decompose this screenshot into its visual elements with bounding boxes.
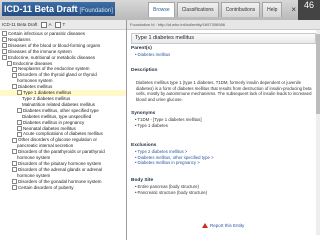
checkbox-icon (41, 21, 48, 28)
expand-toggle-icon[interactable] (2, 49, 7, 55)
category-tree: Certain infectious or parasitic diseases… (0, 31, 126, 190)
parent-link[interactable]: Diabetes mellitus (135, 52, 316, 58)
expand-toggle-icon[interactable] (17, 119, 22, 125)
synonym-item: Type 1 diabetes (135, 123, 316, 129)
hierarchy-header: ICD-11 Beta Draft A T (0, 20, 126, 30)
expand-toggle-icon[interactable] (2, 54, 7, 60)
option-t-control[interactable]: T (55, 21, 66, 28)
expand-toggle-icon[interactable] (2, 37, 7, 43)
tree-item[interactable]: Certain disorders of puberty (0, 185, 126, 191)
expand-toggle-icon[interactable] (12, 137, 17, 143)
report-entity-label: Report this Entity (210, 223, 245, 228)
screen: ICD-11 Beta Draft [Foundation] Browse Cla… (0, 0, 320, 240)
tab-browse[interactable]: Browse (148, 2, 175, 17)
slide-number-badge: 46 (298, 0, 320, 22)
entity-detail-panel: Foundation Id : http://id.who.int/icd/en… (127, 20, 320, 240)
close-icon[interactable]: × (291, 5, 296, 14)
parents-section: Parent(s) Diabetes mellitus (131, 46, 316, 58)
expand-toggle-icon[interactable] (12, 161, 17, 167)
body-site-section: Body Site Entire pancreas (body structur… (131, 178, 316, 195)
description-text: Diabetes mellitus type 1 (type 1 diabete… (136, 80, 312, 102)
header-bar: ICD-11 Beta Draft [Foundation] Browse Cla… (0, 0, 320, 22)
description-section: Description Diabetes mellitus type 1 (ty… (131, 68, 316, 102)
hierarchy-panel: ICD-11 Beta Draft A T Certain infectious… (0, 20, 127, 240)
hierarchy-title: ICD-11 Beta Draft (2, 22, 38, 27)
app-title: ICD-11 Beta Draft (4, 4, 78, 14)
option-t-label: T (62, 22, 66, 27)
body-site-item: Pancreatic structure (body structure) (135, 190, 316, 196)
expand-toggle-icon[interactable] (12, 167, 17, 173)
exclusion-link[interactable]: Diabetes mellitus in pregnancy > (135, 160, 316, 166)
expand-toggle-icon[interactable] (17, 131, 22, 137)
report-entity-link[interactable]: Report this Entity (202, 223, 244, 228)
scrollbar-thumb[interactable] (316, 34, 320, 114)
option-a-control[interactable]: A (41, 21, 52, 28)
synonyms-section: Synonyms T1DM - [Type 1 diabetes mellitu… (131, 111, 316, 128)
tab-classifications[interactable]: Classifications (176, 2, 219, 17)
app-subtitle: [Foundation] (79, 8, 113, 14)
expand-toggle-icon[interactable] (2, 43, 7, 49)
description-label: Description (131, 68, 158, 73)
expand-toggle-icon[interactable] (12, 66, 17, 72)
foundation-id[interactable]: Foundation Id : http://id.who.int/icd/en… (127, 20, 320, 30)
expand-toggle-icon[interactable] (12, 72, 17, 78)
expand-toggle-icon[interactable] (12, 178, 17, 184)
expand-toggle-icon[interactable] (17, 108, 22, 114)
expand-toggle-icon[interactable] (17, 90, 22, 96)
option-a-label: A (48, 22, 52, 27)
expand-toggle-icon[interactable] (7, 60, 12, 66)
expand-toggle-icon[interactable] (12, 84, 17, 90)
slide-number: 46 (303, 0, 314, 10)
app-logo[interactable]: ICD-11 Beta Draft [Foundation] (2, 2, 115, 16)
tab-help[interactable]: Help (262, 2, 283, 17)
checkbox-icon (55, 21, 62, 28)
entity-title: Type 1 diabetes mellitus (131, 33, 316, 44)
detail-scrollbar[interactable] (316, 30, 320, 235)
expand-toggle-icon[interactable] (17, 125, 22, 131)
expand-toggle-icon[interactable] (12, 184, 17, 190)
expand-toggle-icon[interactable] (2, 31, 7, 37)
expand-toggle-icon[interactable] (12, 149, 17, 155)
nav-tabs: Browse Classifications Contributions Hel… (148, 2, 284, 18)
tab-contributions[interactable]: Contributions (220, 2, 261, 17)
warning-icon (202, 223, 208, 228)
exclusions-section: Exclusions Type 2 diabetes mellitus > Di… (131, 143, 316, 166)
